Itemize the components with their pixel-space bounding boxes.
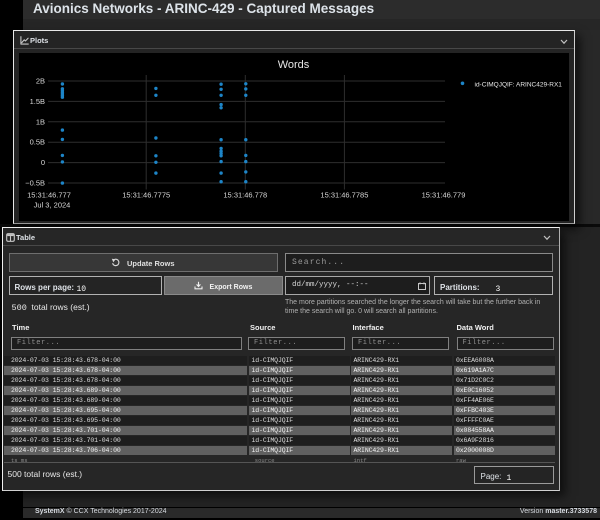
- svg-text:0: 0: [41, 158, 45, 167]
- svg-text:1.5B: 1.5B: [30, 97, 45, 106]
- svg-text:1B: 1B: [36, 117, 45, 126]
- svg-text:15:31:46.779: 15:31:46.779: [422, 191, 466, 200]
- svg-text:15:31:46.7775: 15:31:46.7775: [122, 191, 170, 200]
- svg-text:0.5B: 0.5B: [30, 138, 45, 147]
- svg-text:Words: Words: [278, 59, 310, 71]
- svg-text:15:31:46.7785: 15:31:46.7785: [320, 191, 368, 200]
- svg-text:15:31:46.777: 15:31:46.777: [27, 191, 71, 200]
- svg-text:15:31:46.778: 15:31:46.778: [223, 191, 267, 200]
- svg-text:−0.5B: −0.5B: [25, 179, 45, 188]
- svg-text:id-CIMQJQIF: ARINC429-RX1: id-CIMQJQIF: ARINC429-RX1: [475, 81, 563, 88]
- svg-text:2B: 2B: [36, 77, 45, 86]
- svg-text:Jul 3, 2024: Jul 3, 2024: [34, 201, 71, 210]
